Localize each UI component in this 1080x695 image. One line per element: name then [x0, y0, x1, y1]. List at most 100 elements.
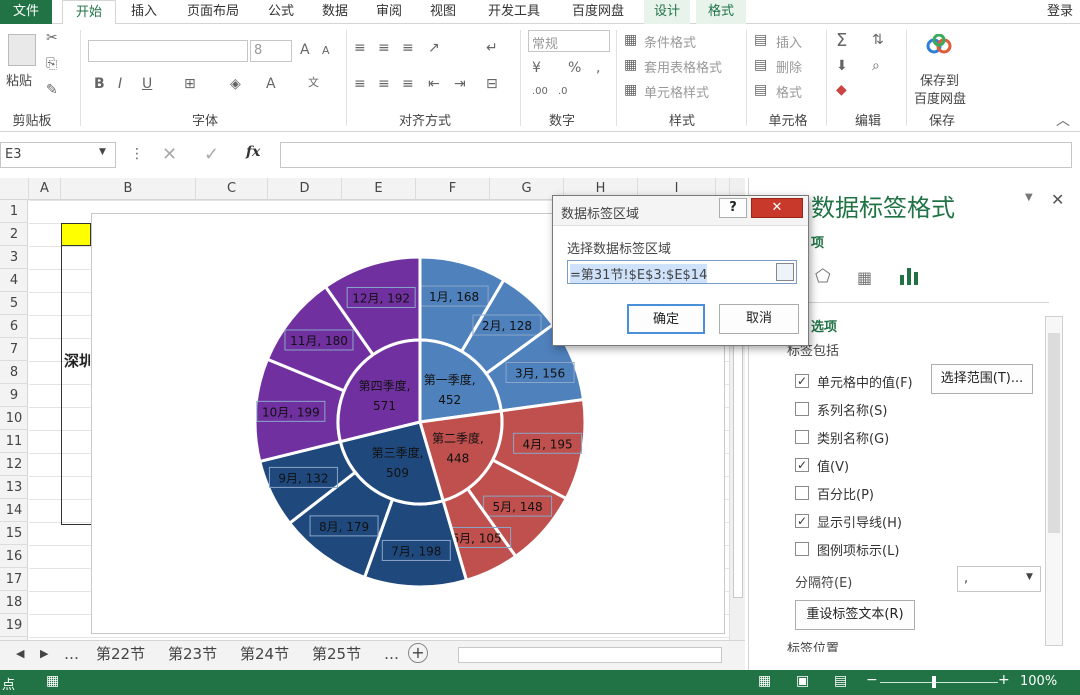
sheets-more-right[interactable]: … — [384, 641, 399, 667]
clear-icon[interactable]: ◆ — [836, 82, 847, 98]
normal-view-icon[interactable]: ▦ — [758, 673, 771, 689]
option-checkbox[interactable]: ✓ — [795, 458, 809, 472]
month-data-label[interactable]: 3月, 156 — [515, 366, 565, 380]
row-header[interactable]: 4 — [0, 269, 28, 292]
collapse-dialog-icon[interactable] — [776, 263, 794, 281]
merged-cell[interactable] — [61, 246, 91, 525]
month-data-label[interactable]: 11月, 180 — [290, 334, 348, 348]
month-data-label[interactable]: 10月, 199 — [262, 405, 320, 419]
dialog-help-button[interactable]: ? — [719, 198, 747, 218]
row-header[interactable]: 14 — [0, 499, 28, 522]
quarter-data-label[interactable]: 第三季度, — [372, 445, 424, 460]
decrease-indent-icon[interactable]: ⇤ — [428, 76, 440, 92]
pane-options-icon[interactable]: ▼ — [1025, 192, 1033, 203]
tab-insert[interactable]: 插入 — [120, 0, 168, 24]
column-header[interactable]: A — [29, 178, 61, 200]
sheet-tab[interactable]: 第23节 — [168, 641, 217, 667]
tab-chart-design[interactable]: 设计 — [644, 0, 690, 24]
page-layout-view-icon[interactable]: ▣ — [796, 673, 809, 689]
accounting-icon[interactable]: ¥ — [532, 60, 541, 76]
zoom-slider[interactable] — [880, 682, 998, 683]
add-sheet-icon[interactable]: + — [408, 643, 428, 663]
name-box-dropdown-icon[interactable]: ▼ — [99, 147, 106, 157]
month-data-label[interactable]: 1月, 168 — [429, 290, 479, 304]
row-header[interactable]: 9 — [0, 384, 28, 407]
phonetic-icon[interactable]: 文 — [308, 74, 319, 90]
autosum-icon[interactable]: Σ — [836, 30, 847, 51]
fill-color-icon[interactable]: ◈ — [230, 76, 241, 92]
row-header[interactable]: 18 — [0, 591, 28, 614]
quarter-data-value[interactable]: 452 — [438, 393, 461, 407]
quarter-data-value[interactable]: 448 — [446, 452, 469, 466]
tab-file[interactable]: 文件 — [0, 0, 52, 24]
align-top-icon[interactable]: ≡ — [354, 40, 366, 56]
confirm-entry-icon[interactable]: ✓ — [204, 144, 219, 165]
tab-review[interactable]: 审阅 — [366, 0, 412, 24]
number-format-box[interactable]: 常规 — [528, 30, 610, 52]
select-range-button[interactable]: 选择范围(T)... — [931, 364, 1033, 394]
paste-label[interactable]: 粘贴 — [6, 70, 32, 89]
month-data-label[interactable]: 8月, 179 — [319, 520, 369, 534]
prev-sheet-icon[interactable]: ◀ — [16, 641, 24, 667]
underline-icon[interactable]: U — [142, 76, 152, 92]
label-options-heading[interactable]: 选项 — [811, 316, 837, 335]
zoom-level[interactable]: 100% — [1020, 674, 1057, 689]
option-checkbox[interactable] — [795, 486, 809, 500]
login-link[interactable]: 登录 — [1040, 0, 1080, 24]
orientation-icon[interactable]: ↗ — [428, 40, 440, 56]
separator-select[interactable]: , ▼ — [957, 566, 1041, 592]
cut-icon[interactable]: ✂ — [46, 30, 58, 46]
column-header[interactable]: B — [61, 178, 196, 200]
cancel-entry-icon[interactable]: ✕ — [162, 144, 177, 165]
option-label[interactable]: 类别名称(G) — [817, 428, 889, 447]
macro-record-icon[interactable]: ▦ — [46, 673, 59, 689]
option-label[interactable]: 显示引导线(H) — [817, 512, 902, 531]
size-properties-icon[interactable]: ▦ — [857, 268, 872, 287]
option-label[interactable]: 图例项标示(L) — [817, 540, 899, 559]
font-size-box[interactable]: 8 — [250, 40, 292, 62]
align-right-icon[interactable]: ≡ — [402, 76, 414, 92]
row-header[interactable]: 16 — [0, 545, 28, 568]
dialog-range-input[interactable]: =第31节!$E$3:$E$14 — [567, 260, 797, 284]
increase-decimal-icon[interactable]: .00 — [532, 86, 548, 97]
insert-cells-button[interactable]: 插入 — [776, 32, 802, 51]
dialog-cancel-button[interactable]: 取消 — [719, 304, 799, 334]
collapse-ribbon-icon[interactable]: ︿ — [1056, 110, 1070, 130]
column-header[interactable]: F — [416, 178, 490, 200]
format-painter-icon[interactable]: ✎ — [46, 82, 58, 98]
option-checkbox[interactable]: ✓ — [795, 374, 809, 388]
sheet-tab[interactable]: 第22节 — [96, 641, 145, 667]
row-header[interactable]: 6 — [0, 315, 28, 338]
sheet-tab[interactable]: 第24节 — [240, 641, 289, 667]
tab-baidu[interactable]: 百度网盘 — [560, 0, 636, 24]
conditional-format-button[interactable]: 条件格式 — [644, 32, 696, 51]
sheets-more-left[interactable]: … — [64, 641, 79, 667]
tab-home[interactable]: 开始 — [62, 0, 116, 25]
baidu-disk-label[interactable]: 百度网盘 — [914, 88, 966, 107]
highlighted-cell[interactable] — [61, 223, 91, 246]
option-checkbox[interactable] — [795, 430, 809, 444]
month-data-label[interactable]: 2月, 128 — [482, 319, 532, 333]
fill-icon[interactable]: ⬇ — [836, 58, 848, 74]
tab-developer[interactable]: 开发工具 — [476, 0, 552, 24]
effects-pentagon-icon[interactable]: ⬠ — [815, 266, 831, 287]
dialog-titlebar[interactable]: 数据标签区域 ? ✕ — [553, 196, 808, 226]
row-header[interactable]: 10 — [0, 407, 28, 430]
formula-input[interactable] — [280, 142, 1072, 168]
font-color-icon[interactable]: A — [266, 76, 276, 92]
border-icon[interactable]: ⊞ — [184, 76, 196, 92]
option-label[interactable]: 百分比(P) — [817, 484, 874, 503]
horizontal-scrollbar[interactable] — [458, 647, 722, 663]
decrease-decimal-icon[interactable]: .0 — [558, 86, 568, 97]
row-header[interactable]: 5 — [0, 292, 28, 315]
comma-icon[interactable]: , — [596, 60, 600, 76]
month-data-label[interactable]: 12月, 192 — [352, 291, 410, 305]
align-center-icon[interactable]: ≡ — [378, 76, 390, 92]
quarter-data-value[interactable]: 571 — [373, 399, 396, 413]
pane-scrollbar[interactable] — [1045, 316, 1063, 646]
zoom-in-icon[interactable]: + — [998, 672, 1010, 688]
tab-view[interactable]: 视图 — [420, 0, 466, 24]
month-data-label[interactable]: 9月, 132 — [278, 471, 328, 485]
pane-close-icon[interactable]: ✕ — [1051, 190, 1064, 209]
table-format-button[interactable]: 套用表格格式 — [644, 57, 722, 76]
